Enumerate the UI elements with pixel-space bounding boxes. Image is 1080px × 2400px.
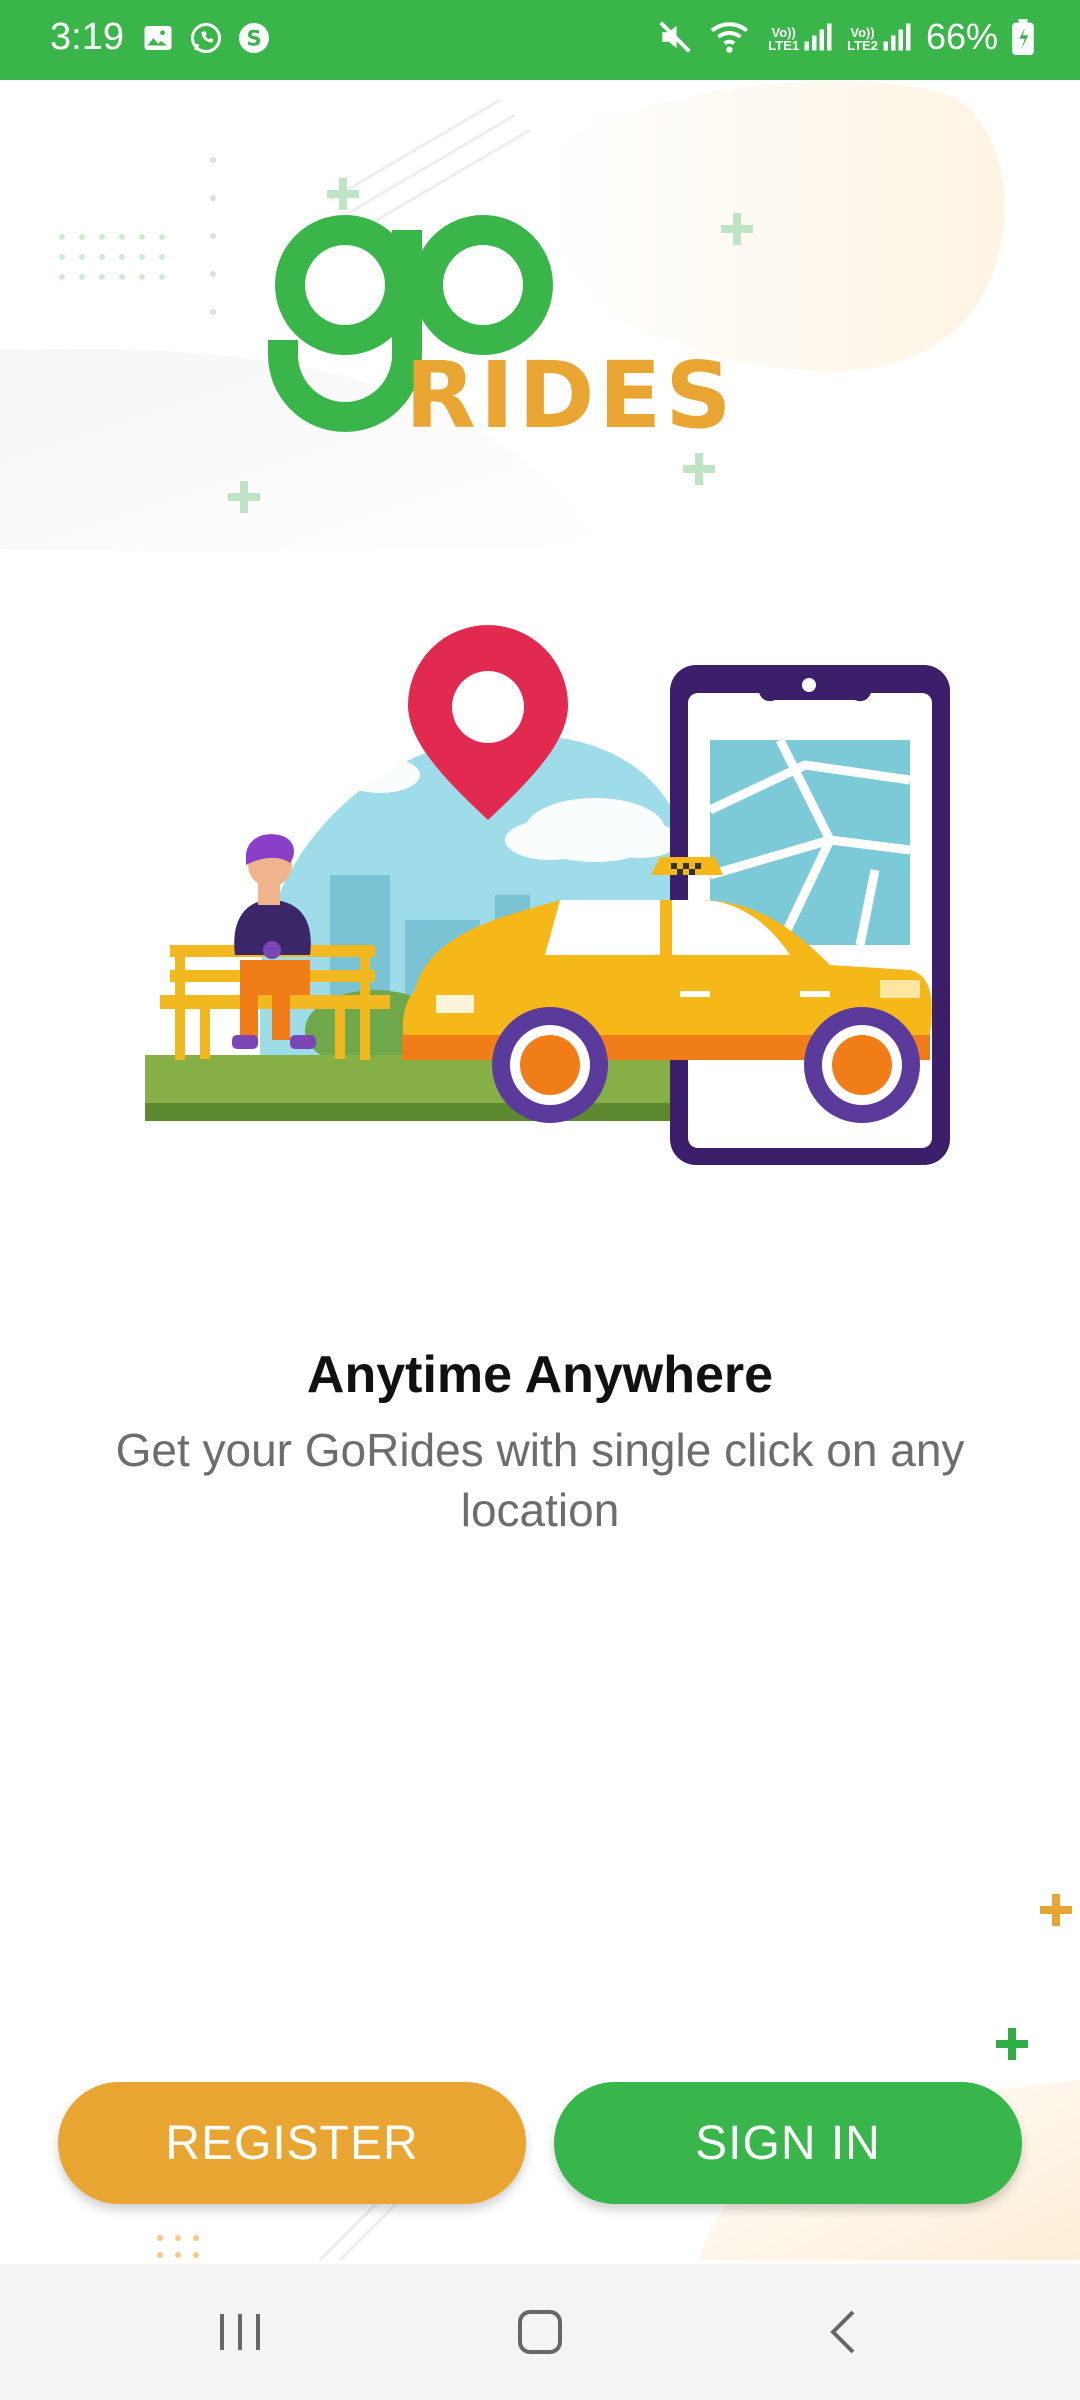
svg-text:RIDES: RIDES — [405, 342, 736, 440]
whatsapp-icon — [191, 23, 221, 53]
navigation-bar — [0, 2264, 1080, 2400]
wifi-icon — [711, 22, 749, 53]
register-button[interactable]: REGISTER — [58, 2082, 526, 2204]
app-s-icon: S — [239, 23, 269, 53]
back-icon[interactable] — [815, 2302, 875, 2362]
sim2-indicator: Vo)) LTE2 — [847, 22, 912, 52]
signal-icon — [883, 23, 911, 51]
battery-icon — [1012, 19, 1034, 55]
gallery-icon — [144, 26, 172, 50]
onboarding-subtitle: Get your GoRides with single click on an… — [115, 1424, 965, 1536]
battery-percent: 66% — [925, 16, 998, 57]
signal-icon — [804, 23, 832, 51]
recent-apps-icon[interactable] — [210, 2302, 270, 2362]
notification-icons: S — [140, 20, 272, 56]
taxi-illustration — [145, 625, 950, 1165]
status-time: 3:19 — [50, 16, 124, 58]
home-icon[interactable] — [510, 2302, 570, 2362]
svg-text:S: S — [246, 27, 261, 51]
gorides-logo: RIDES — [268, 215, 736, 440]
sign-in-button[interactable]: SIGN IN — [554, 2082, 1022, 2204]
sim1-label: LTE1 — [768, 38, 800, 53]
onboarding-title: Anytime Anywhere — [306, 1346, 774, 1404]
sim1-indicator: Vo)) LTE1 — [768, 22, 833, 52]
status-bar: 3:19 S Vo)) LTE1 Vo)) LTE2 66% — [0, 0, 1080, 80]
sim2-label: LTE2 — [847, 38, 878, 53]
system-status-icons: Vo)) LTE1 Vo)) LTE2 66% — [656, 16, 1034, 58]
mute-icon — [659, 21, 691, 53]
